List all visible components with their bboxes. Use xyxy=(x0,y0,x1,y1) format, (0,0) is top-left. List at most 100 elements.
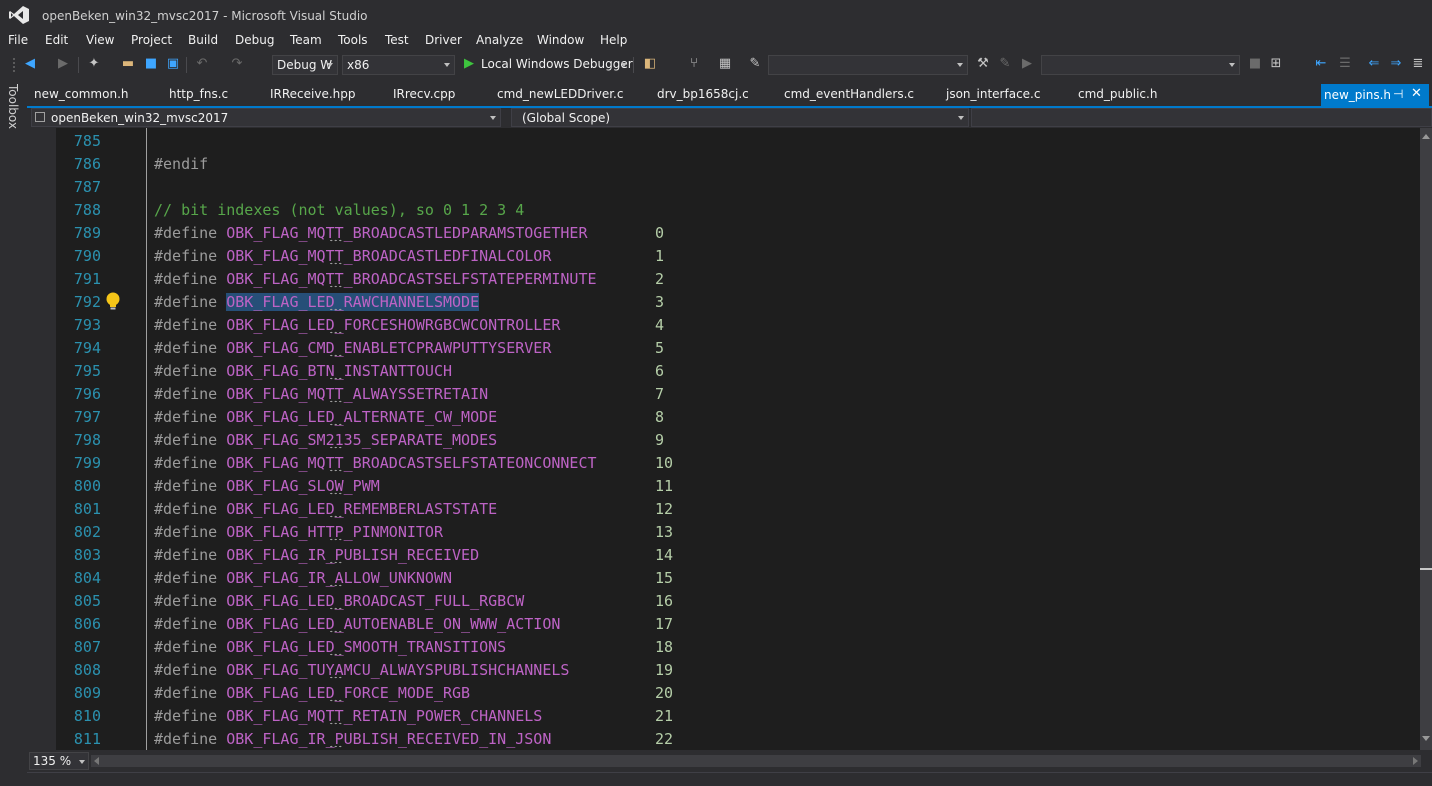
tab-cmd-eventhandlers-c[interactable]: cmd_eventHandlers.c xyxy=(784,87,914,101)
menu-window[interactable]: Window xyxy=(537,33,584,47)
code-line[interactable]: 804 15 #define OBK_FLAG_IR_ALLOW_UNKNOWN xyxy=(56,567,1420,590)
scroll-up-icon[interactable] xyxy=(1422,134,1430,139)
start-debug-icon[interactable]: ▶ xyxy=(461,56,477,72)
code-line[interactable]: 798 9 #define OBK_FLAG_SM2135_SEPARATE_MOD… xyxy=(56,429,1420,452)
scroll-thumb[interactable] xyxy=(1423,146,1429,732)
tab-http-fns-c[interactable]: http_fns.c xyxy=(169,87,228,101)
undo-icon[interactable]: ↶ xyxy=(194,56,210,72)
new-project-icon[interactable]: ✦ xyxy=(86,56,102,72)
run-debugger-button[interactable]: Local Windows Debugger xyxy=(481,57,633,71)
toolbar-grip[interactable] xyxy=(12,57,16,73)
find-icon[interactable]: ▦ xyxy=(717,56,733,72)
scroll-right-icon[interactable] xyxy=(1413,757,1418,765)
macro-name[interactable]: OBK_FLAG_SLOW_PWM xyxy=(226,477,380,495)
code-line[interactable]: 810 21 #define OBK_FLAG_MQTT_RETAIN_POWER_… xyxy=(56,705,1420,728)
source-control-icon[interactable]: ⑂ xyxy=(686,56,702,72)
uncomment-icon[interactable]: ✎ xyxy=(997,56,1013,72)
code-line[interactable]: 791 2 #define OBK_FLAG_MQTT_BROADCASTSELFS… xyxy=(56,268,1420,291)
code-line[interactable]: 794 5 #define OBK_FLAG_CMD_ENABLETCPRAWPUT… xyxy=(56,337,1420,360)
horizontal-scrollbar[interactable] xyxy=(91,755,1421,767)
menu-edit[interactable]: Edit xyxy=(45,33,68,47)
code-line[interactable]: 811 22 #define OBK_FLAG_IR_PUBLISH_RECEIVE… xyxy=(56,728,1420,750)
macro-name[interactable]: OBK_FLAG_MQTT_BROADCASTSELFSTATEONCONNEC… xyxy=(226,454,596,472)
macro-name[interactable]: OBK_FLAG_LED_FORCESHOWRGBCWCONTROLLER xyxy=(226,316,560,334)
code-line[interactable]: 805 16 #define OBK_FLAG_LED_BROADCAST_FULL… xyxy=(56,590,1420,613)
tab-json-interface-c[interactable]: json_interface.c xyxy=(946,87,1040,101)
vertical-scrollbar[interactable] xyxy=(1420,128,1432,750)
zoom-select[interactable]: 135 % xyxy=(29,752,89,770)
list-icon[interactable]: ≣ xyxy=(1410,56,1426,72)
tab-drv-bp1658cj-c[interactable]: drv_bp1658cj.c xyxy=(657,87,749,101)
menu-test[interactable]: Test xyxy=(385,33,409,47)
menu-tools[interactable]: Tools xyxy=(338,33,368,47)
save-all-icon[interactable]: ▣ xyxy=(165,56,181,72)
macro-name[interactable]: OBK_FLAG_CMD_ENABLETCPRAWPUTTYSERVER xyxy=(226,339,551,357)
align-right-icon[interactable]: ⇒ xyxy=(1388,56,1404,72)
comment-icon[interactable]: ⚒ xyxy=(975,56,991,72)
find-combo[interactable] xyxy=(768,55,968,75)
macro-name[interactable]: OBK_FLAG_MQTT_BROADCASTLEDPARAMSTOGETHER xyxy=(226,224,587,242)
code-line[interactable]: 792 3 #define OBK_FLAG_LED_RAWCHANNELSMODE xyxy=(56,291,1420,314)
code-line[interactable]: 797 8 #define OBK_FLAG_LED_ALTERNATE_CW_MO… xyxy=(56,406,1420,429)
macro-name[interactable]: OBK_FLAG_LED_AUTOENABLE_ON_WWW_ACTION xyxy=(226,615,560,633)
code-line[interactable]: 800 11 #define OBK_FLAG_SLOW_PWM xyxy=(56,475,1420,498)
code-line[interactable]: 801 12 #define OBK_FLAG_LED_REMEMBERLASTST… xyxy=(56,498,1420,521)
code-line[interactable]: 802 13 #define OBK_FLAG_HTTP_PINMONITOR xyxy=(56,521,1420,544)
macro-name[interactable]: OBK_FLAG_LED_RAWCHANNELSMODE xyxy=(226,293,480,311)
align-left-icon[interactable]: ⇐ xyxy=(1366,56,1382,72)
macro-name[interactable]: OBK_FLAG_LED_SMOOTH_TRANSITIONS xyxy=(226,638,506,656)
tab-cmd-newleddriver-c[interactable]: cmd_newLEDDriver.c xyxy=(497,87,623,101)
indent-icon[interactable]: ⊞ xyxy=(1268,56,1284,72)
code-editor[interactable]: 785 786 #endif 787 788// bit indexes (not va… xyxy=(56,128,1420,750)
solution-configuration-select[interactable]: Debug W xyxy=(272,55,338,75)
menu-driver[interactable]: Driver xyxy=(425,33,462,47)
tab-irrecv-cpp[interactable]: IRrecv.cpp xyxy=(393,87,455,101)
pin-icon[interactable]: ⊣ xyxy=(1393,87,1403,101)
member-select[interactable] xyxy=(971,108,1432,127)
menu-file[interactable]: File xyxy=(8,33,28,47)
menu-build[interactable]: Build xyxy=(188,33,218,47)
save-icon[interactable]: ■ xyxy=(143,56,159,72)
code-line[interactable]: 788 // bit indexes (not values), so 0 1 2… xyxy=(56,199,1420,222)
macro-name[interactable]: OBK_FLAG_IR_PUBLISH_RECEIVED xyxy=(226,546,479,564)
menu-view[interactable]: View xyxy=(86,33,114,47)
code-line[interactable]: 796 7 #define OBK_FLAG_MQTT_ALWAYSSETRETAI… xyxy=(56,383,1420,406)
code-line[interactable]: 809 20 #define OBK_FLAG_LED_FORCE_MODE_RGB xyxy=(56,682,1420,705)
tab-cmd-public-h[interactable]: cmd_public.h xyxy=(1078,87,1157,101)
toolbox-tab[interactable]: Toolbox xyxy=(6,84,20,129)
bookmark-icon[interactable]: ☰ xyxy=(1337,56,1353,72)
macro-name[interactable]: OBK_FLAG_MQTT_RETAIN_POWER_CHANNELS xyxy=(226,707,542,725)
macro-name[interactable]: OBK_FLAG_LED_BROADCAST_FULL_RGBCW xyxy=(226,592,524,610)
macro-name[interactable]: OBK_FLAG_SM2135_SEPARATE_MODES xyxy=(226,431,497,449)
code-line[interactable]: 808 19 #define OBK_FLAG_TUYAMCU_ALWAYSPUBL… xyxy=(56,659,1420,682)
menu-analyze[interactable]: Analyze xyxy=(476,33,523,47)
secondary-combo[interactable] xyxy=(1041,55,1240,75)
code-line[interactable]: 787 xyxy=(56,176,1420,199)
macro-name[interactable]: OBK_FLAG_MQTT_BROADCASTSELFSTATEPERMINUT… xyxy=(226,270,596,288)
forward-icon[interactable]: ▶ xyxy=(55,56,71,72)
close-icon[interactable]: ✕ xyxy=(1411,86,1422,101)
outdent-icon[interactable]: ⇤ xyxy=(1313,56,1329,72)
solution-platform-select[interactable]: x86 xyxy=(342,55,455,75)
code-line[interactable]: 806 17 #define OBK_FLAG_LED_AUTOENABLE_ON_… xyxy=(56,613,1420,636)
lightbulb-icon[interactable] xyxy=(104,291,122,311)
menu-project[interactable]: Project xyxy=(131,33,172,47)
macro-name[interactable]: OBK_FLAG_LED_ALTERNATE_CW_MODE xyxy=(226,408,497,426)
tab-irreceive-hpp[interactable]: IRReceive.hpp xyxy=(270,87,356,101)
redo-icon[interactable]: ↷ xyxy=(229,56,245,72)
attach-icon[interactable]: ◧ xyxy=(642,56,658,72)
code-line[interactable]: 793 4 #define OBK_FLAG_LED_FORCESHOWRGBCWC… xyxy=(56,314,1420,337)
menu-help[interactable]: Help xyxy=(600,33,627,47)
code-line[interactable]: 803 14 #define OBK_FLAG_IR_PUBLISH_RECEIVE… xyxy=(56,544,1420,567)
scope-select[interactable]: (Global Scope) xyxy=(511,108,969,127)
open-file-icon[interactable]: ▬ xyxy=(120,56,136,72)
code-line[interactable]: 789 0 #define OBK_FLAG_MQTT_BROADCASTLEDPA… xyxy=(56,222,1420,245)
scroll-left-icon[interactable] xyxy=(94,757,99,765)
code-line[interactable]: 799 10 #define OBK_FLAG_MQTT_BROADCASTSELF… xyxy=(56,452,1420,475)
macro-name[interactable]: OBK_FLAG_MQTT_BROADCASTLEDFINALCOLOR xyxy=(226,247,551,265)
menu-team[interactable]: Team xyxy=(290,33,322,47)
macro-name[interactable]: OBK_FLAG_LED_REMEMBERLASTSTATE xyxy=(226,500,497,518)
breakpoint-icon[interactable]: ✎ xyxy=(747,56,763,72)
scroll-down-icon[interactable] xyxy=(1422,736,1430,741)
macro-name[interactable]: OBK_FLAG_IR_PUBLISH_RECEIVED_IN_JSON xyxy=(226,730,551,748)
